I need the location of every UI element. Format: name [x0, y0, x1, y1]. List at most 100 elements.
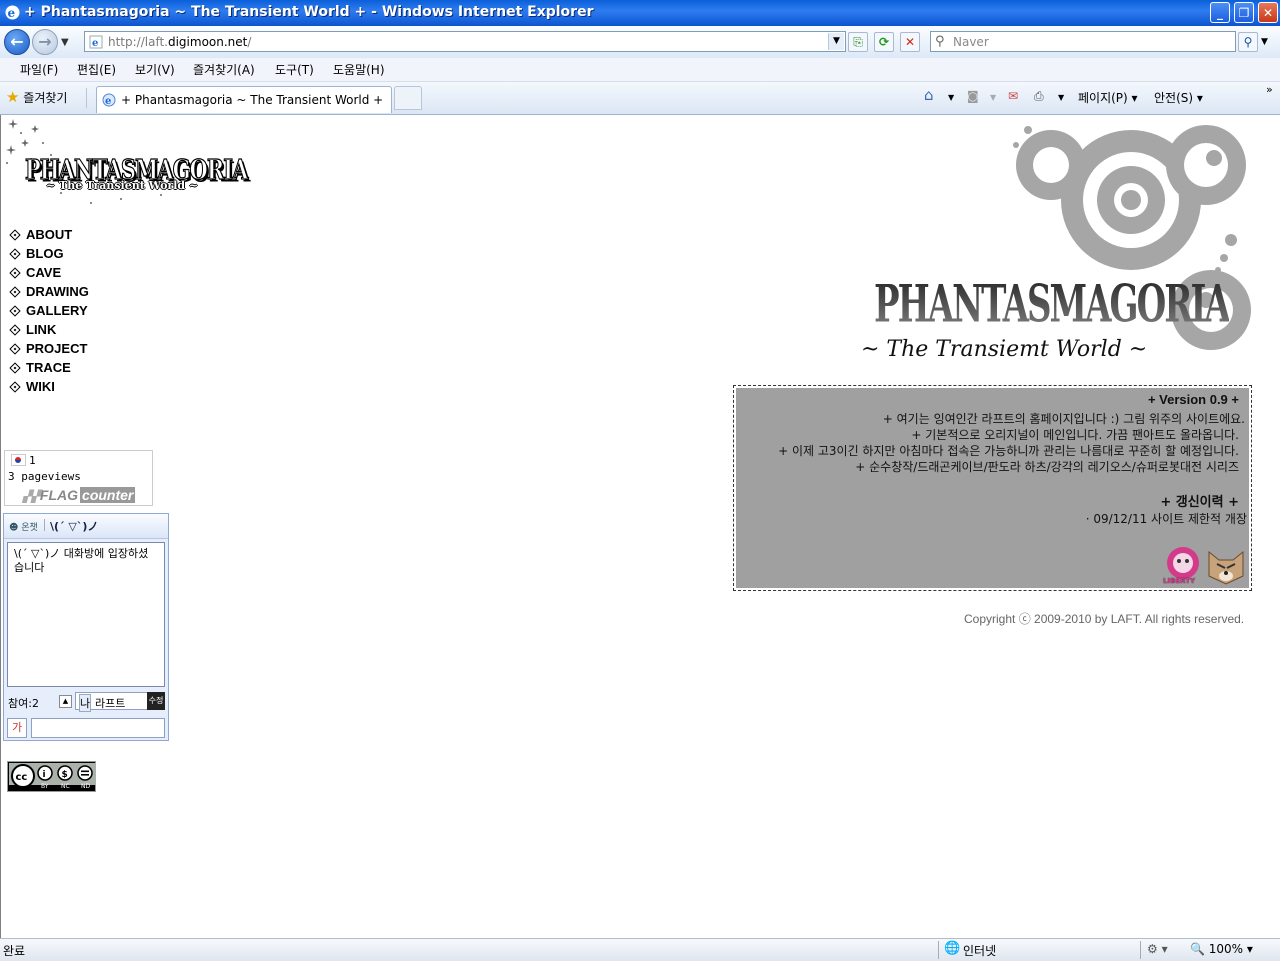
- pageviews-count: 3 pageviews: [8, 470, 81, 483]
- search-input[interactable]: ⚲ Naver: [930, 31, 1236, 52]
- address-field[interactable]: e http://laft.digimoon.net/ ▼: [84, 31, 846, 52]
- nick-prefix: 나: [79, 694, 92, 712]
- protected-mode-icon[interactable]: ⚙ ▾: [1147, 942, 1168, 956]
- nav-item-blog[interactable]: BLOG: [9, 244, 89, 263]
- nav-item-about[interactable]: ABOUT: [9, 225, 89, 244]
- title-bar: e + Phantasmagoria ~ The Transient World…: [0, 0, 1280, 26]
- version-heading: + Version 0.9 +: [1147, 392, 1239, 407]
- tab-active[interactable]: e + Phantasmagoria ~ The Transient World…: [96, 86, 392, 113]
- status-bar: 완료 🌐 인터넷 ⚙ ▾ 🔍 100% ▾: [0, 938, 1280, 961]
- logo-subtitle: ~ The Transient World ~: [46, 179, 199, 192]
- divider: [938, 941, 939, 959]
- nav-item-link[interactable]: LINK: [9, 320, 89, 339]
- nav-item-cave[interactable]: CAVE: [9, 263, 89, 282]
- feeds-dropdown-icon[interactable]: ▼: [990, 93, 996, 102]
- search-options-icon[interactable]: ▼: [1261, 37, 1268, 47]
- nickname-field[interactable]: 나 라프트 수정: [75, 692, 165, 712]
- print-icon[interactable]: ⎙: [1034, 89, 1044, 104]
- diamond-bullet-icon: [9, 285, 21, 298]
- chat-participants: 참여:2: [8, 697, 39, 710]
- history-line: · 09/12/11 사이트 제한적 개장: [1085, 512, 1247, 526]
- divider: [1140, 941, 1141, 959]
- history-dropdown-icon[interactable]: ▼: [61, 37, 69, 48]
- address-dropdown-icon[interactable]: ▼: [828, 33, 844, 50]
- page-icon: e: [89, 35, 103, 49]
- flag-counter[interactable]: 1 3 pageviews ▞▞FLAG counter: [4, 450, 153, 506]
- chat-room-title: \(´ ▽`)ノ: [50, 520, 99, 533]
- flag-counter-logo: ▞▞FLAG counter: [23, 487, 136, 503]
- divider: [86, 88, 87, 108]
- participants-toggle-icon[interactable]: ▲: [59, 695, 72, 708]
- site-logo[interactable]: PHANTASMAGORIA ~ The Transient World ~: [1, 115, 249, 210]
- menu-file[interactable]: 파일(F): [20, 61, 58, 78]
- diamond-bullet-icon: [9, 304, 21, 317]
- favorites-button[interactable]: ★ 즐겨찾기: [6, 88, 67, 106]
- menu-bar: 파일(F) 편집(E) 보기(V) 즐겨찾기(A) 도구(T) 도움말(H): [0, 58, 1280, 82]
- svg-text:i: i: [43, 770, 46, 780]
- minimize-button[interactable]: _: [1210, 2, 1230, 23]
- nickname-edit-button[interactable]: 수정: [147, 692, 165, 710]
- search-go-button[interactable]: ⚲: [1238, 32, 1258, 52]
- menu-view[interactable]: 보기(V): [135, 61, 175, 78]
- refresh-button[interactable]: ⟳: [874, 32, 894, 52]
- page-menu-button[interactable]: 페이지(P) ▾: [1078, 89, 1138, 106]
- maximize-button[interactable]: ❐: [1234, 2, 1254, 23]
- notice-line-4: + 순수창작/드래곤케이브/판도라 하츠/강각의 레기오스/슈퍼로봇대전 시리즈: [855, 460, 1239, 474]
- more-commands-icon[interactable]: »: [1266, 83, 1273, 96]
- diamond-bullet-icon: [9, 228, 21, 241]
- diamond-bullet-icon: [9, 380, 21, 393]
- compatibility-view-button[interactable]: ⎘: [848, 32, 868, 52]
- svg-text:$: $: [62, 770, 68, 780]
- new-tab-button[interactable]: [394, 86, 422, 110]
- chat-widget: ☻ 온챗 \(´ ▽`)ノ \(´ ▽`)ノ 대화방에 입장하셨습니다 참여:2…: [3, 513, 169, 741]
- ie-tab-icon: e: [102, 93, 116, 107]
- chat-input[interactable]: [31, 718, 165, 738]
- chat-message-area[interactable]: \(´ ▽`)ノ 대화방에 입장하셨습니다: [7, 542, 165, 687]
- notice-line-2: + 기본적으로 오리지널이 메인입니다. 가끔 팬아트도 올라옵니다.: [911, 428, 1239, 442]
- home-dropdown-icon[interactable]: ▼: [948, 93, 954, 102]
- safety-menu-button[interactable]: 안전(S) ▾: [1154, 89, 1203, 106]
- diamond-bullet-icon: [9, 266, 21, 279]
- copyright-text: Copyright ⓒ 2009-2010 by LAFT. All right…: [964, 612, 1245, 626]
- mail-icon[interactable]: ✉: [1008, 89, 1018, 103]
- menu-help[interactable]: 도움말(H): [333, 61, 385, 78]
- korea-flag-icon: [11, 454, 26, 466]
- flag-count: 1: [29, 454, 36, 467]
- svg-text:e: e: [105, 96, 111, 107]
- nickname-value: 라프트: [95, 697, 126, 710]
- home-icon[interactable]: ⌂: [924, 86, 934, 104]
- liberty-badge[interactable]: LIBERTY: [1163, 546, 1203, 586]
- feeds-icon[interactable]: ◙: [967, 89, 979, 103]
- stop-button[interactable]: ✕: [900, 32, 920, 52]
- cc-label-by: BY: [41, 783, 49, 790]
- nav-item-drawing[interactable]: DRAWING: [9, 282, 89, 301]
- menu-edit[interactable]: 편집(E): [77, 61, 116, 78]
- print-dropdown-icon[interactable]: ▼: [1058, 93, 1064, 102]
- nav-item-wiki[interactable]: WIKI: [9, 377, 89, 396]
- back-button[interactable]: ←: [4, 29, 30, 55]
- notice-line-1: + 여기는 잉여인간 라프트의 홈페이지입니다 :) 그림 위주의 사이트에요.: [882, 412, 1245, 426]
- nav-item-trace[interactable]: TRACE: [9, 358, 89, 377]
- site-nav: ABOUT BLOG CAVE DRAWING GALLERY LINK PRO…: [9, 225, 89, 396]
- dog-badge[interactable]: [1205, 546, 1247, 586]
- diamond-bullet-icon: [9, 323, 21, 336]
- svg-text:e: e: [8, 6, 16, 20]
- notice-inner: + Version 0.9 + + 여기는 잉여인간 라프트의 홈페이지입니다 …: [736, 388, 1249, 588]
- menu-favorites[interactable]: 즐겨찾기(A): [193, 61, 255, 78]
- menu-tools[interactable]: 도구(T): [275, 61, 314, 78]
- close-window-button[interactable]: ✕: [1258, 2, 1278, 23]
- svg-text:cc: cc: [16, 772, 28, 783]
- nav-item-gallery[interactable]: GALLERY: [9, 301, 89, 320]
- flag-counter-stripes-icon: ▞▞: [23, 491, 40, 503]
- font-style-button[interactable]: 가: [7, 718, 27, 738]
- forward-button[interactable]: →: [32, 29, 58, 55]
- zoom-control[interactable]: 🔍 100% ▾: [1190, 942, 1253, 956]
- chat-header: ☻ 온챗 \(´ ▽`)ノ: [4, 514, 168, 539]
- cc-license-badge[interactable]: cc i $ BY NC ND: [7, 761, 96, 792]
- dog-face-icon: [1208, 550, 1244, 585]
- address-url: http://laft.digimoon.net/: [108, 35, 252, 49]
- diamond-bullet-icon: [9, 342, 21, 355]
- nav-item-project[interactable]: PROJECT: [9, 339, 89, 358]
- forward-arrow-icon: →: [38, 32, 52, 51]
- window-title: + Phantasmagoria ~ The Transient World +…: [24, 4, 594, 20]
